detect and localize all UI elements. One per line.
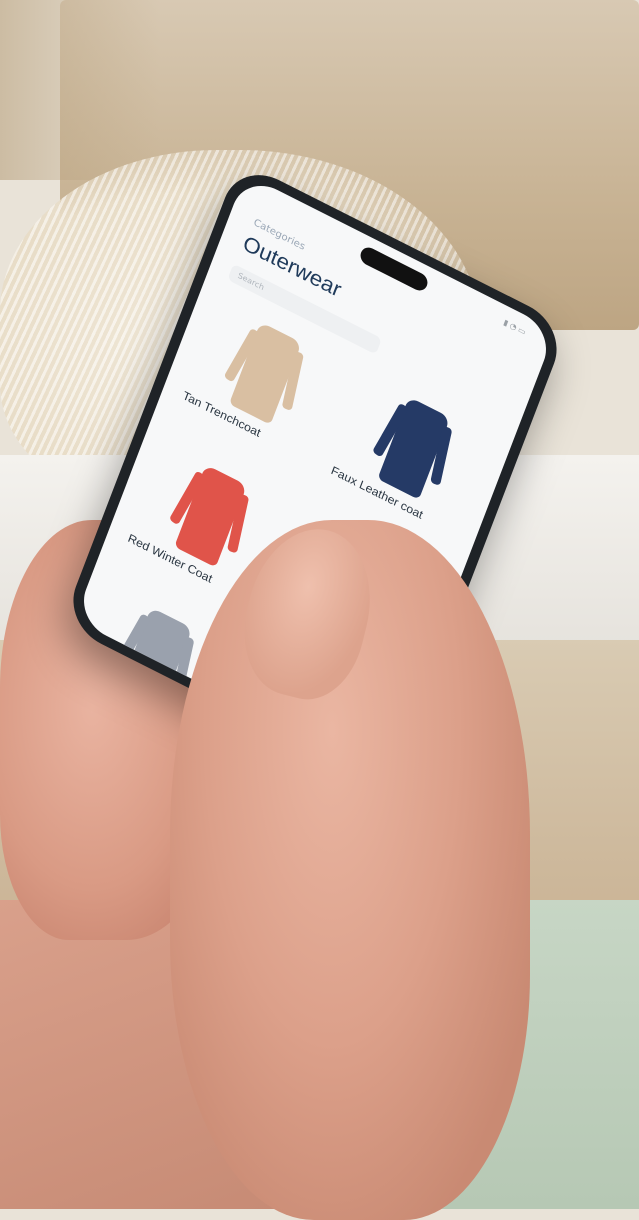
battery-icon: ▭ [516,325,529,338]
coat-image [174,464,248,568]
box-shadow [0,0,639,180]
coat-image [228,321,302,425]
coat-image [377,396,451,500]
dynamic-island [358,244,430,294]
status-icons: ▮◔▭ [502,318,529,338]
